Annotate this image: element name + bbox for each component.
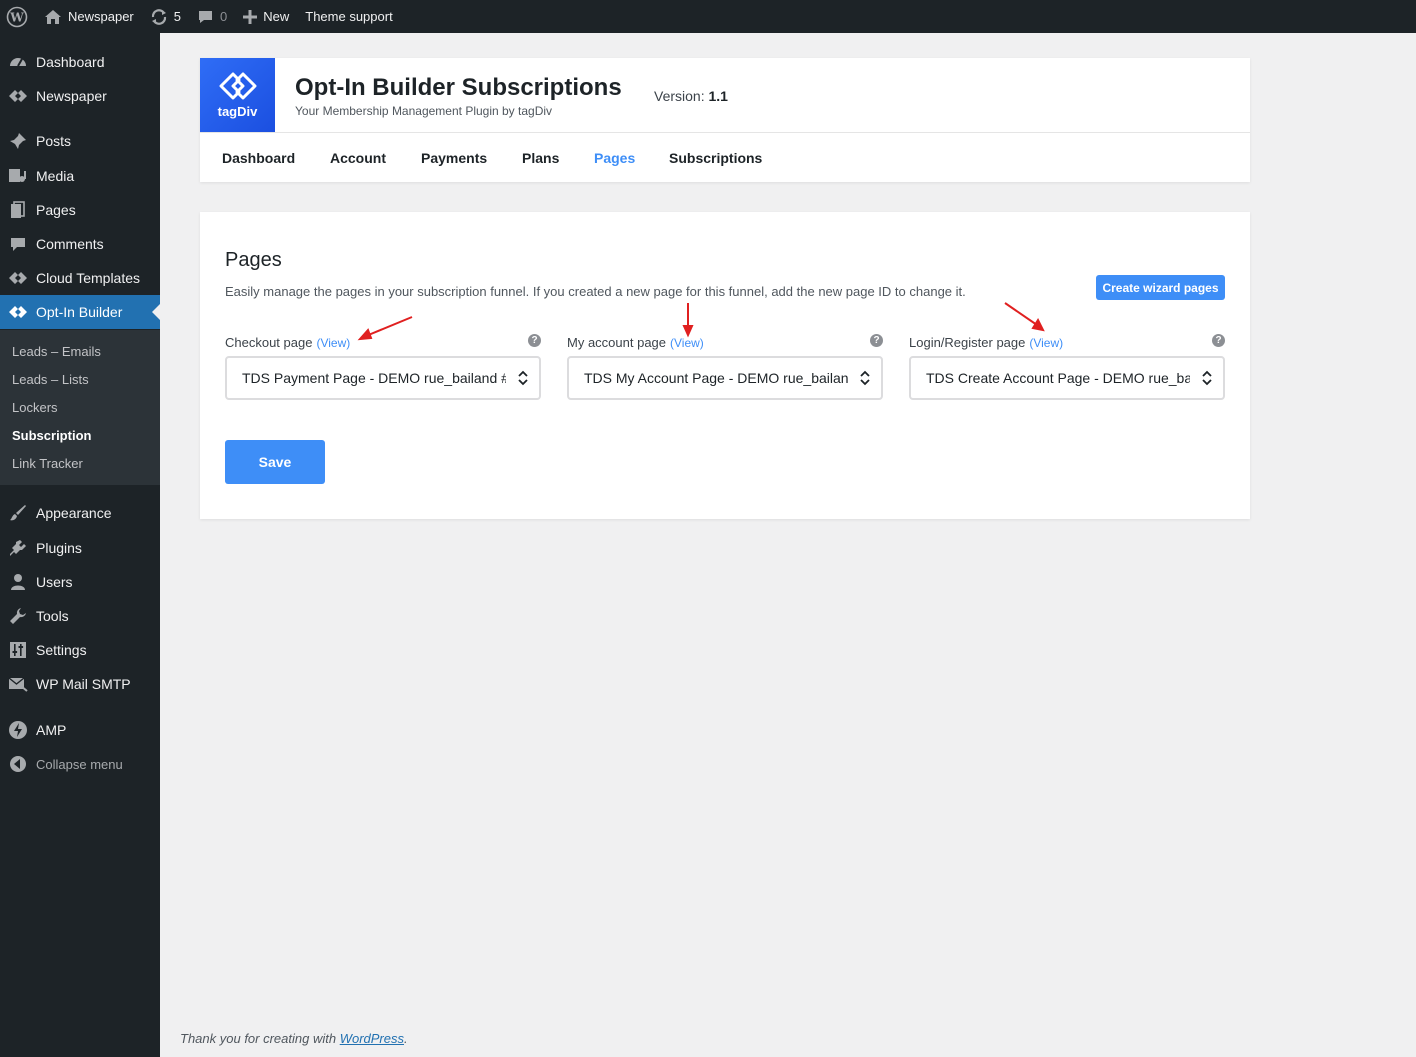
admin-footer: Thank you for creating with WordPress. — [180, 1031, 408, 1046]
footer-text: Thank you for creating with — [180, 1031, 337, 1046]
annotation-arrow — [682, 303, 694, 338]
annotation-arrow — [357, 316, 413, 341]
wordpress-link[interactable]: WordPress — [340, 1031, 404, 1046]
annotation-arrow — [1004, 302, 1045, 332]
annotation-arrows — [357, 302, 1045, 341]
footer-suffix: . — [404, 1031, 408, 1046]
